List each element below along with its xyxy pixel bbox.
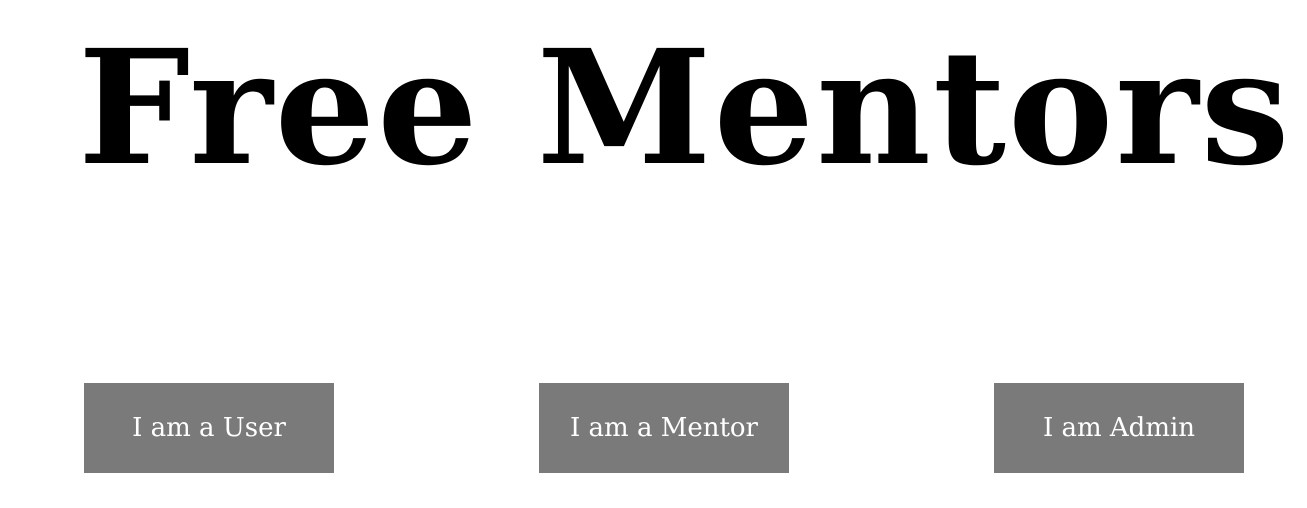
mentor-role-button[interactable]: I am a Mentor <box>539 383 789 473</box>
user-role-button[interactable]: I am a User <box>84 383 334 473</box>
mentor-role-button-label: I am a Mentor <box>569 413 758 443</box>
page-title: Free Mentors <box>78 16 1292 201</box>
admin-role-button-label: I am Admin <box>1042 413 1196 443</box>
admin-role-button[interactable]: I am Admin <box>994 383 1244 473</box>
user-role-button-label: I am a User <box>132 413 286 443</box>
